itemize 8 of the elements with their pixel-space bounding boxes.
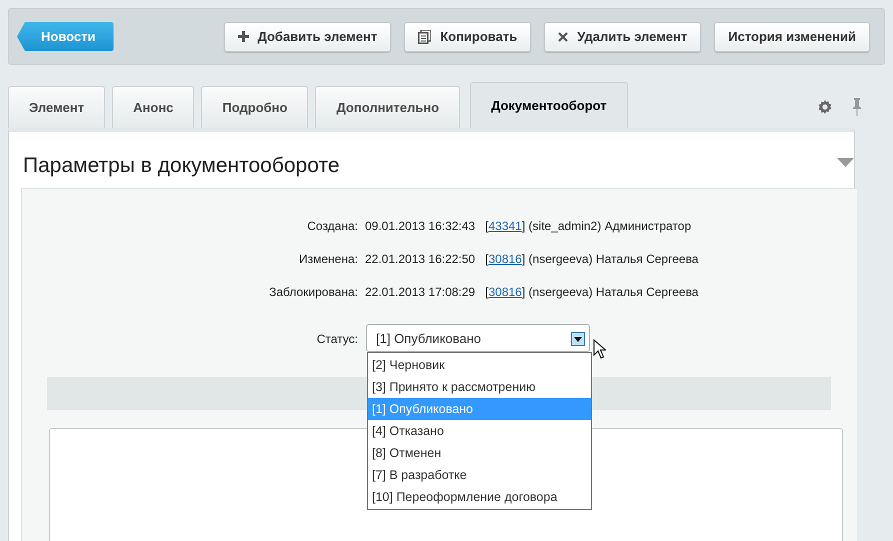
field-label: Создана: [306,219,358,233]
field-value: 09.01.2013 16:32:43 [43341] (site_admin2) Администратор [365,219,692,233]
section-title: Параметры в документообороте [23,154,340,178]
field-label: Статус: [316,332,358,346]
field-label: Изменена: [298,252,358,266]
field-label: Заблокирована: [268,285,358,299]
field-value: 22.01.2013 17:08:29 [30816] (nsergeeva) Наталья Сергеева [365,285,698,299]
field-value: 22.01.2013 16:22:50 [30816] (nsergeeva) Наталья Сергеева [365,252,698,266]
